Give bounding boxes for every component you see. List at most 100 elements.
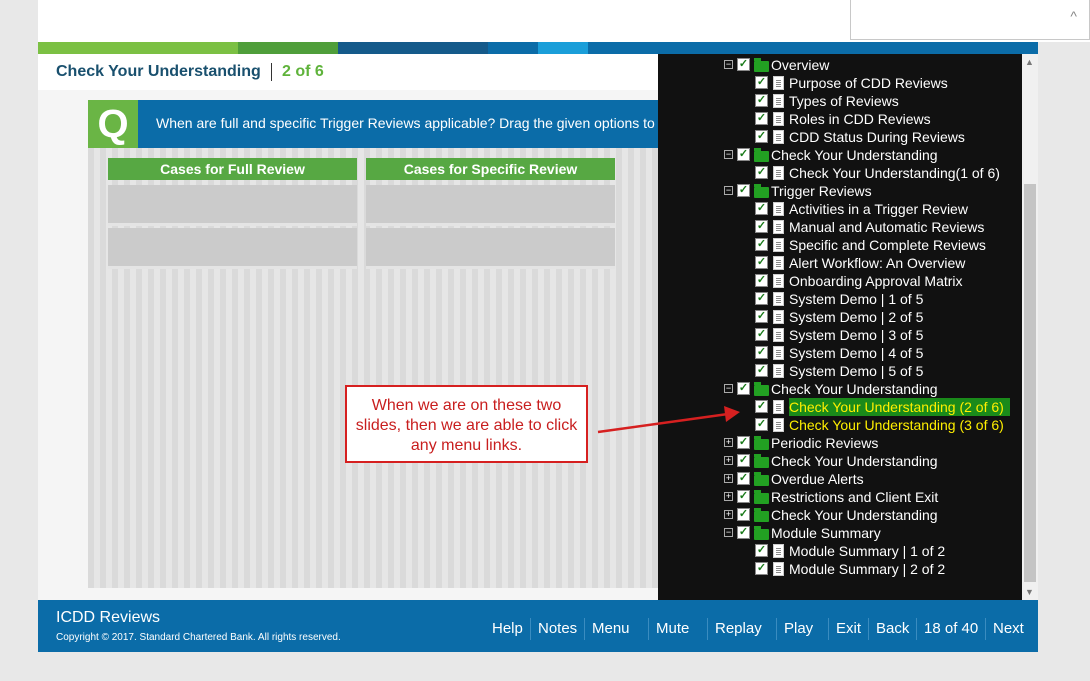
menu-item[interactable]: ✓ System Demo | 4 of 5 bbox=[658, 344, 1023, 362]
menu-section[interactable]: − ✓ Check Your Understanding bbox=[658, 146, 1023, 164]
menu-item[interactable]: ✓ Module Summary | 2 of 2 bbox=[658, 560, 1023, 578]
page-icon bbox=[773, 562, 784, 576]
collapse-icon[interactable]: − bbox=[724, 60, 733, 69]
checkbox-icon: ✓ bbox=[737, 490, 750, 503]
menu-item[interactable]: ✓ Manual and Automatic Reviews bbox=[658, 218, 1023, 236]
nav-mute-button[interactable]: Mute bbox=[656, 620, 689, 637]
nav-divider bbox=[985, 618, 986, 640]
nav-menu-button[interactable]: Menu bbox=[592, 620, 630, 637]
checkbox-icon: ✓ bbox=[755, 76, 768, 89]
menu-item-label: Periodic Reviews bbox=[771, 435, 879, 451]
expand-icon[interactable]: + bbox=[724, 492, 733, 501]
scroll-down-icon[interactable]: ▼ bbox=[1025, 587, 1034, 597]
page-icon bbox=[773, 418, 784, 432]
folder-icon bbox=[754, 436, 769, 450]
menu-item[interactable]: ✓ System Demo | 5 of 5 bbox=[658, 362, 1023, 380]
menu-item[interactable]: ✓ Onboarding Approval Matrix bbox=[658, 272, 1023, 290]
checkbox-icon: ✓ bbox=[755, 274, 768, 287]
menu-section[interactable]: − ✓ Overview bbox=[658, 56, 1023, 74]
menu-item-label: Check Your Understanding(1 of 6) bbox=[789, 165, 1000, 181]
checkbox-icon: ✓ bbox=[755, 220, 768, 233]
collapse-icon[interactable]: − bbox=[724, 384, 733, 393]
menu-item[interactable]: ✓ Check Your Understanding(1 of 6) bbox=[658, 164, 1023, 182]
scroll-thumb[interactable] bbox=[1024, 184, 1036, 582]
menu-section[interactable]: − ✓ Check Your Understanding bbox=[658, 380, 1023, 398]
callout-arrow bbox=[597, 406, 740, 434]
nav-next-button[interactable]: Next bbox=[993, 620, 1024, 637]
menu-item[interactable]: ✓ Specific and Complete Reviews bbox=[658, 236, 1023, 254]
nav-replay-button[interactable]: Replay bbox=[715, 620, 762, 637]
strip-segment bbox=[488, 42, 538, 54]
page-icon bbox=[773, 202, 784, 216]
checkbox-icon: ✓ bbox=[737, 58, 750, 71]
checkbox-icon: ✓ bbox=[755, 544, 768, 557]
menu-item[interactable]: ✓ Types of Reviews bbox=[658, 92, 1023, 110]
menu-section[interactable]: + ✓ Check Your Understanding bbox=[658, 452, 1023, 470]
question-badge: Q bbox=[88, 100, 138, 148]
menu-item[interactable]: ✓ Roles in CDD Reviews bbox=[658, 110, 1023, 128]
menu-item[interactable]: ✓ Module Summary | 1 of 2 bbox=[658, 542, 1023, 560]
collapse-icon[interactable]: − bbox=[724, 150, 733, 159]
chevron-up-icon[interactable]: ^ bbox=[1070, 8, 1077, 24]
menu-item-label: Overdue Alerts bbox=[771, 471, 864, 487]
nav-divider bbox=[828, 618, 829, 640]
expand-icon[interactable]: + bbox=[724, 510, 733, 519]
menu-section[interactable]: + ✓ Check Your Understanding bbox=[658, 506, 1023, 524]
menu-item[interactable]: ✓ Alert Workflow: An Overview bbox=[658, 254, 1023, 272]
checkbox-icon: ✓ bbox=[737, 148, 750, 161]
menu-item-label: Overview bbox=[771, 57, 830, 73]
top-right-panel[interactable]: ^ bbox=[850, 0, 1090, 40]
menu-item-label: Check Your Understanding (2 of 6) bbox=[789, 398, 1010, 416]
folder-icon bbox=[754, 184, 769, 198]
menu-section[interactable]: − ✓ Module Summary bbox=[658, 524, 1023, 542]
collapse-icon[interactable]: − bbox=[724, 528, 733, 537]
nav-divider bbox=[707, 618, 708, 640]
folder-icon bbox=[754, 454, 769, 468]
nav-exit-button[interactable]: Exit bbox=[836, 620, 861, 637]
nav-divider bbox=[776, 618, 777, 640]
menu-section[interactable]: + ✓ Overdue Alerts bbox=[658, 470, 1023, 488]
expand-icon[interactable]: + bbox=[724, 474, 733, 483]
nav-back-button[interactable]: Back bbox=[876, 620, 909, 637]
menu-item-label: Restrictions and Client Exit bbox=[771, 489, 939, 505]
page-icon bbox=[773, 274, 784, 288]
menu-item[interactable]: ✓ System Demo | 2 of 5 bbox=[658, 308, 1023, 326]
menu-section[interactable]: + ✓ Restrictions and Client Exit bbox=[658, 488, 1023, 506]
expand-icon[interactable]: + bbox=[724, 456, 733, 465]
scroll-up-icon[interactable]: ▲ bbox=[1025, 57, 1034, 67]
nav-help-button[interactable]: Help bbox=[492, 620, 523, 637]
checkbox-icon: ✓ bbox=[755, 202, 768, 215]
strip-segment bbox=[588, 42, 1038, 54]
menu-item[interactable]: ✓ CDD Status During Reviews bbox=[658, 128, 1023, 146]
drop-slot-specific-2[interactable] bbox=[366, 228, 615, 269]
menu-item[interactable]: ✓ System Demo | 3 of 5 bbox=[658, 326, 1023, 344]
menu-item-label: Trigger Reviews bbox=[771, 183, 872, 199]
collapse-icon[interactable]: − bbox=[724, 186, 733, 195]
drop-slot-full-1[interactable] bbox=[108, 185, 357, 226]
nav-notes-button[interactable]: Notes bbox=[538, 620, 577, 637]
menu-item[interactable]: ✓ Purpose of CDD Reviews bbox=[658, 74, 1023, 92]
menu-item-label: Check Your Understanding bbox=[771, 453, 938, 469]
checkbox-icon: ✓ bbox=[755, 112, 768, 125]
page-title: Check Your Understanding bbox=[56, 63, 261, 80]
question-text: When are full and specific Trigger Revie… bbox=[156, 115, 725, 131]
menu-item[interactable]: ✓ System Demo | 1 of 5 bbox=[658, 290, 1023, 308]
drop-slot-full-2[interactable] bbox=[108, 228, 357, 269]
menu-item-label: Module Summary bbox=[771, 525, 881, 541]
checkbox-icon: ✓ bbox=[737, 472, 750, 485]
page-icon bbox=[773, 544, 784, 558]
strip-segment bbox=[38, 42, 238, 54]
slide-progress: 2 of 6 bbox=[282, 63, 324, 80]
checkbox-icon: ✓ bbox=[755, 166, 768, 179]
menu-item-label: Specific and Complete Reviews bbox=[789, 237, 986, 253]
drop-slot-specific-1[interactable] bbox=[366, 185, 615, 226]
menu-section[interactable]: − ✓ Trigger Reviews bbox=[658, 182, 1023, 200]
checkbox-icon: ✓ bbox=[737, 526, 750, 539]
title-divider bbox=[271, 63, 272, 81]
checkbox-icon: ✓ bbox=[755, 94, 768, 107]
nav-play-button[interactable]: Play bbox=[784, 620, 813, 637]
menu-scrollbar[interactable]: ▲ ▼ bbox=[1022, 54, 1038, 600]
menu-item-label: Check Your Understanding (3 of 6) bbox=[789, 417, 1004, 433]
menu-item[interactable]: ✓ Activities in a Trigger Review bbox=[658, 200, 1023, 218]
strip-segment bbox=[338, 42, 488, 54]
